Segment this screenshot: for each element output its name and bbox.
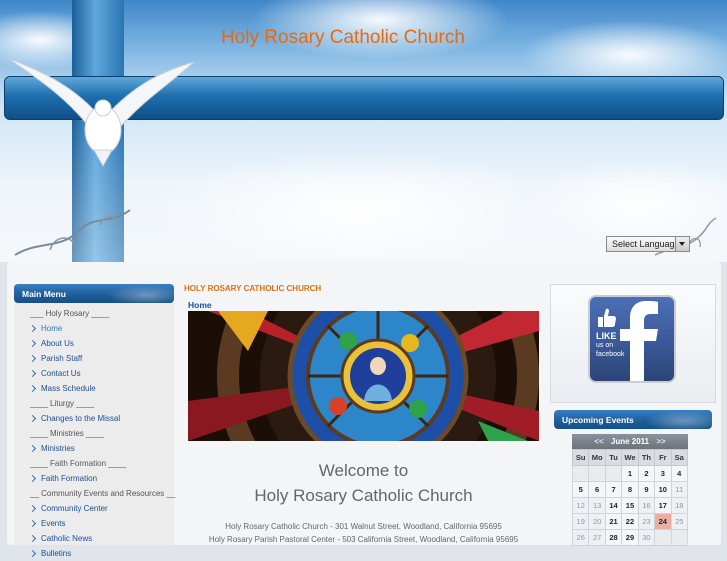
calendar-day[interactable]: 7 <box>604 481 623 498</box>
calendar-empty-cell <box>588 465 606 482</box>
calendar-day[interactable]: 28 <box>604 529 623 546</box>
pastoral-center-address: Holy Rosary Parish Pastoral Center - 503… <box>208 535 519 544</box>
facebook-like-button[interactable]: LIKE us on facebook <box>588 295 676 383</box>
site-title: Holy Rosary Catholic Church <box>221 27 465 48</box>
calendar-empty-cell <box>670 529 689 546</box>
menu-item[interactable]: Bulletins <box>14 546 174 561</box>
calendar-day: 19 <box>571 513 590 530</box>
calendar-day[interactable]: 1 <box>621 465 639 482</box>
calendar-weekday: Su <box>571 449 590 466</box>
facebook-like-text: LIKE <box>596 331 617 341</box>
welcome-line-2: Holy Rosary Catholic Church <box>254 486 473 505</box>
calendar-week-row: 5 6 7 8 9 10 11 <box>571 481 689 498</box>
welcome-heading: Welcome to Holy Rosary Catholic Church <box>188 458 539 508</box>
menu-item[interactable]: Parish Staff <box>14 351 174 366</box>
calendar-day[interactable]: 17 <box>654 497 672 514</box>
upcoming-events-heading: Upcoming Events <box>554 410 712 429</box>
calendar-day[interactable]: 9 <box>637 481 656 498</box>
stained-glass-graphic <box>188 311 539 441</box>
chevron-down-icon[interactable] <box>675 237 689 251</box>
calendar-nav: << June 2011 >> <box>572 434 688 449</box>
calendar-day: 12 <box>571 497 590 514</box>
calendar-weekday: We <box>621 449 639 466</box>
calendar-empty-cell <box>571 465 590 482</box>
calendar-day: 27 <box>588 529 606 546</box>
calendar-weekday: Th <box>637 449 656 466</box>
breadcrumb[interactable]: Home <box>188 300 212 310</box>
menu-section-separator: __ Community Events and Resources __ <box>30 489 176 498</box>
menu-item[interactable]: Contact Us <box>14 366 174 381</box>
calendar-day: 11 <box>670 481 689 498</box>
menu-section-separator: ____ Faith Formation ____ <box>30 459 127 468</box>
stained-glass-image <box>188 311 539 441</box>
menu-item[interactable]: About Us <box>14 336 174 351</box>
calendar-month-label: June 2011 <box>610 437 650 446</box>
calendar-day: 13 <box>588 497 606 514</box>
language-select-label: Select Language <box>612 239 680 249</box>
main-menu-heading: Main Menu <box>14 284 174 303</box>
calendar-day[interactable]: 5 <box>571 481 590 498</box>
events-calendar: << June 2011 >> Su Mo Tu We Th Fr Sa 1 2 3 4 5 6 7 8 9 1… <box>571 434 689 546</box>
menu-item[interactable]: Mass Schedule <box>14 381 174 396</box>
menu-item[interactable]: Changes to the Missal <box>14 411 174 426</box>
main-menu: ___ Holy Rosary ____ Home About Us Parish S… <box>14 306 176 561</box>
facebook-brand-text: facebook <box>596 351 625 358</box>
menu-section-separator: ___ Holy Rosary ____ <box>30 309 110 318</box>
calendar-grid: Su Mo Tu We Th Fr Sa 1 2 3 4 5 6 7 8 9 10 11 12 13 14 15 16 17 1… <box>571 449 689 546</box>
calendar-day[interactable]: 10 <box>654 481 672 498</box>
calendar-weekday: Tu <box>604 449 623 466</box>
vine-left-decoration <box>14 209 131 256</box>
calendar-day[interactable]: 2 <box>637 465 656 482</box>
calendar-day[interactable]: 4 <box>670 465 689 482</box>
facebook-us-on-text: us on <box>596 342 614 349</box>
calendar-weekday: Fr <box>654 449 672 466</box>
calendar-day: 26 <box>571 529 590 546</box>
site-header: Holy Rosary Catholic Church Select Langu… <box>0 0 727 262</box>
calendar-week-row: 12 13 14 15 16 17 18 <box>571 497 689 514</box>
menu-section-separator: ____ Ministries ____ <box>30 429 104 438</box>
calendar-day: 18 <box>670 497 689 514</box>
calendar-day: 30 <box>637 529 656 546</box>
calendar-empty-cell <box>604 465 623 482</box>
menu-item[interactable]: Ministries <box>14 441 174 456</box>
calendar-empty-cell <box>654 529 672 546</box>
cloud <box>150 150 570 262</box>
calendar-day[interactable]: 22 <box>621 513 639 530</box>
menu-item[interactable]: Home <box>14 321 174 336</box>
church-address: Holy Rosary Catholic Church - 301 Walnut… <box>225 522 502 531</box>
calendar-day: 16 <box>637 497 656 514</box>
menu-section-separator: ____ Liturgy ____ <box>30 399 95 408</box>
page-title: HOLY ROSARY CATHOLIC CHURCH <box>184 284 322 293</box>
calendar-next-button[interactable]: >> <box>656 437 665 446</box>
calendar-day[interactable]: 29 <box>621 529 639 546</box>
calendar-week-row: 1234 <box>571 465 689 482</box>
menu-item[interactable]: Community Center <box>14 501 174 516</box>
calendar-day[interactable]: 8 <box>621 481 639 498</box>
calendar-day[interactable]: 15 <box>621 497 639 514</box>
menu-item[interactable]: Faith Formation <box>14 471 174 486</box>
welcome-line-1: Welcome to <box>318 461 409 480</box>
address-block: Holy Rosary Catholic Church - 301 Walnut… <box>188 520 539 546</box>
calendar-weekday: Sa <box>670 449 689 466</box>
calendar-week-row: 19 20 21 22 23 24 25 <box>571 513 689 530</box>
calendar-day[interactable]: 6 <box>588 481 606 498</box>
menu-item[interactable]: Catholic News <box>14 531 174 546</box>
calendar-week-row: 26 27 28 29 30 <box>571 529 689 546</box>
calendar-weekday-row: Su Mo Tu We Th Fr Sa <box>571 449 689 466</box>
dove-image <box>7 57 195 168</box>
calendar-day-today[interactable]: 24 <box>654 513 672 530</box>
calendar-prev-button[interactable]: << <box>594 437 603 446</box>
calendar-day: 23 <box>637 513 656 530</box>
menu-item[interactable]: Events <box>14 516 174 531</box>
language-select[interactable]: Select Language <box>606 236 690 252</box>
calendar-day[interactable]: 21 <box>604 513 623 530</box>
calendar-weekday: Mo <box>588 449 606 466</box>
calendar-day: 25 <box>670 513 689 530</box>
calendar-day: 20 <box>588 513 606 530</box>
calendar-day[interactable]: 3 <box>654 465 672 482</box>
calendar-day[interactable]: 14 <box>604 497 623 514</box>
